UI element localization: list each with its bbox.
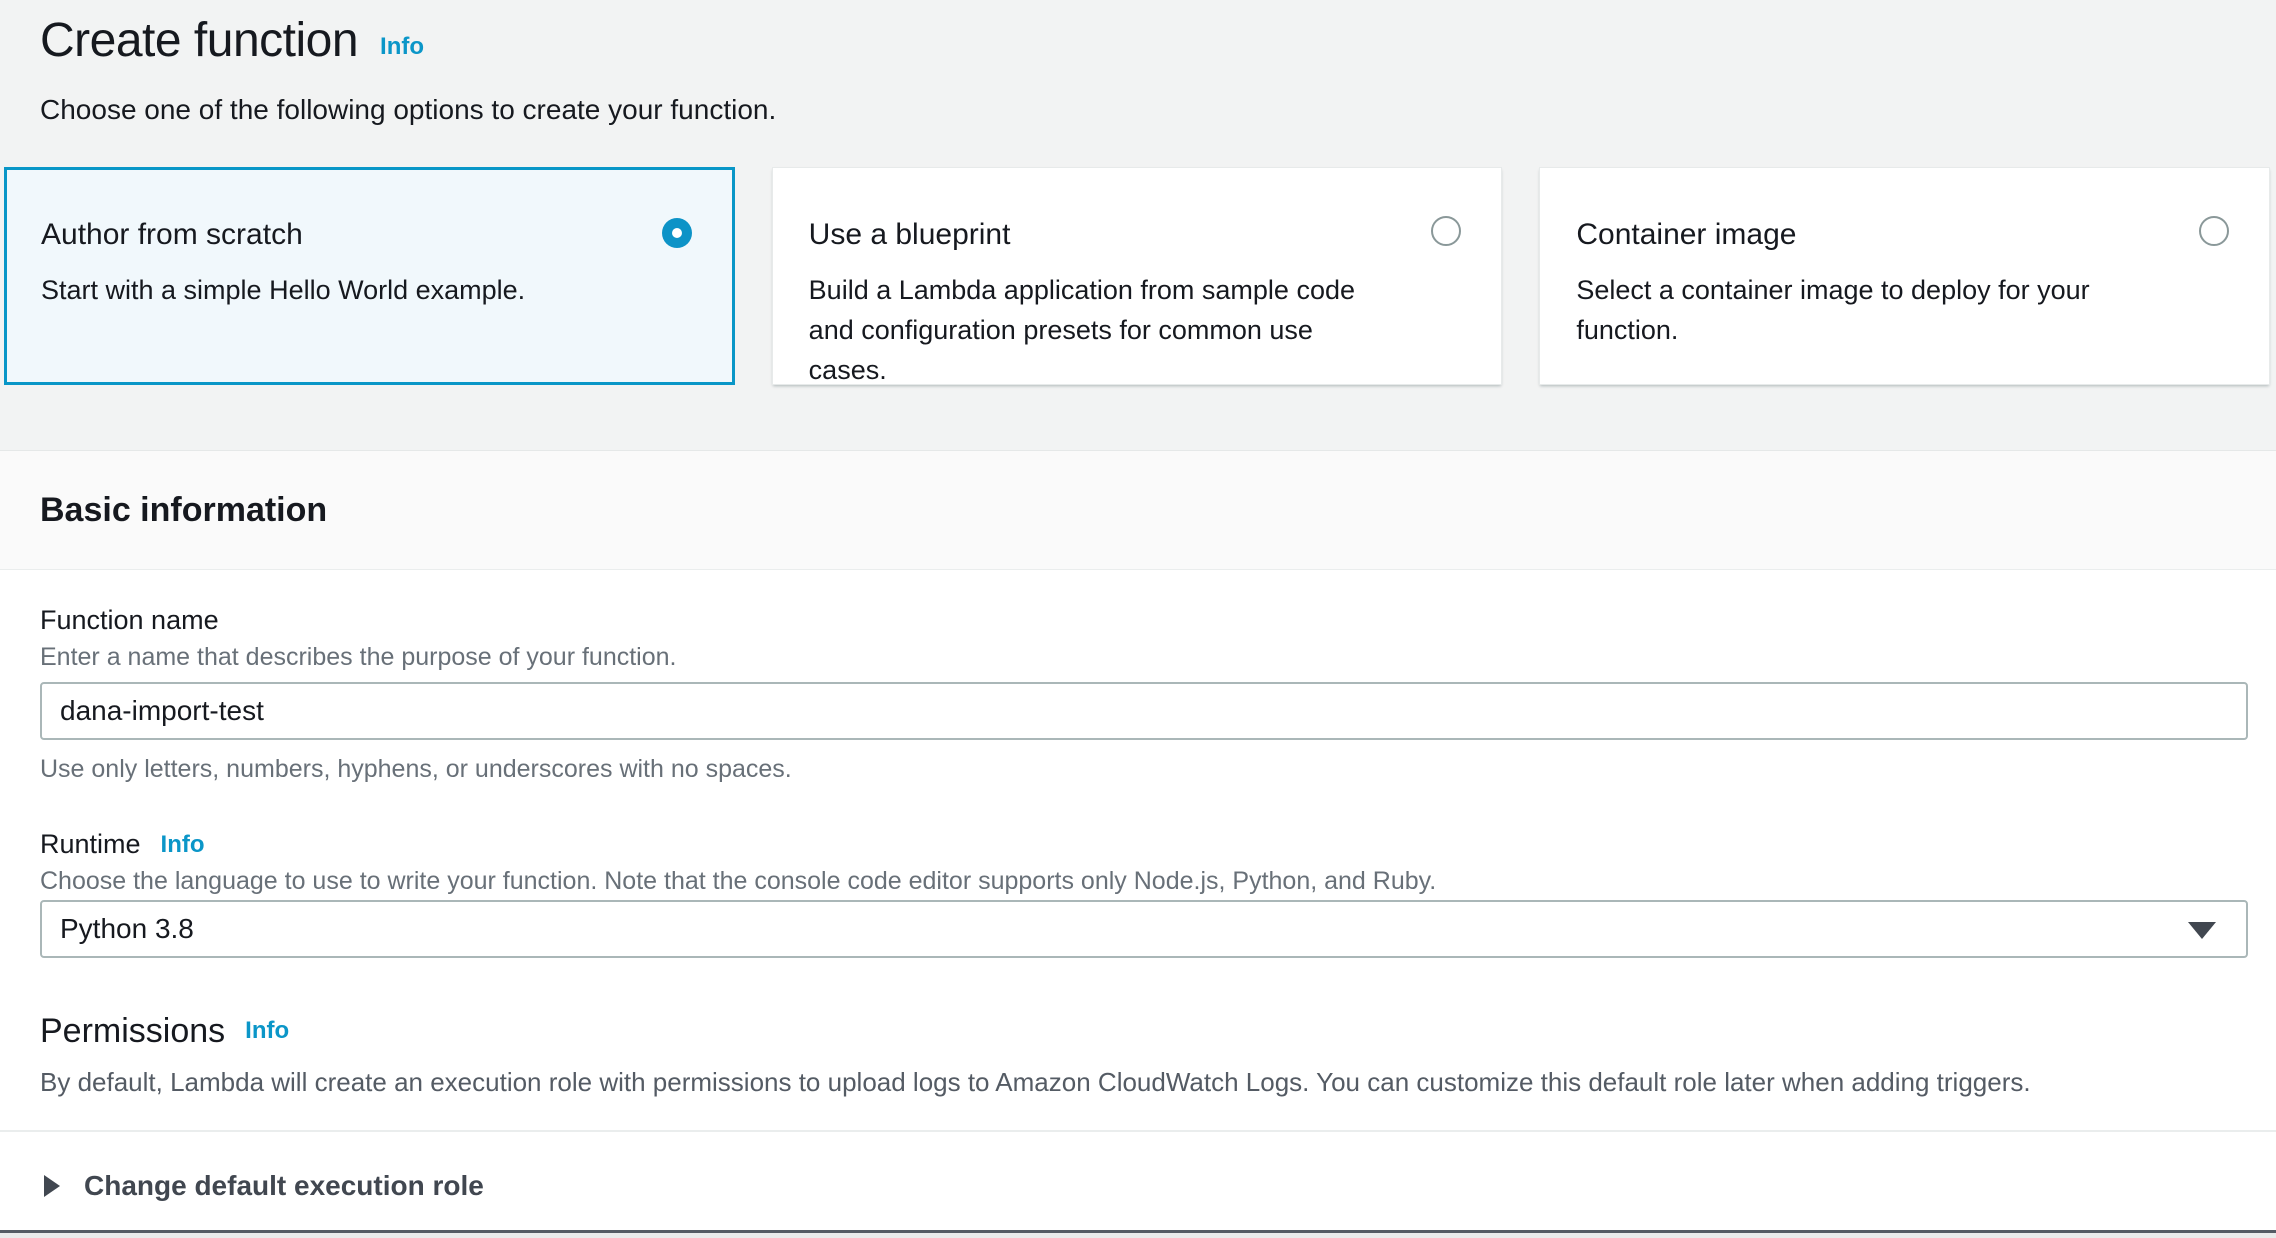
permissions-description: By default, Lambda will create an execut…: [40, 1066, 2248, 1098]
runtime-label-row: Runtime Info: [40, 828, 2248, 860]
option-card-author-from-scratch[interactable]: Author from scratch Start with a simple …: [4, 167, 735, 385]
runtime-info-link[interactable]: Info: [161, 829, 205, 859]
basic-information-header: Basic information: [0, 450, 2276, 570]
page-title-row: Create function Info: [0, 0, 2276, 76]
basic-information-panel: Function name Enter a name that describe…: [0, 570, 2276, 1236]
caret-right-icon: [44, 1175, 60, 1197]
runtime-label: Runtime: [40, 828, 141, 860]
option-card-description: Select a container image to deploy for y…: [1576, 270, 2136, 350]
option-card-title: Use a blueprint: [809, 214, 1466, 256]
option-card-container-image[interactable]: Container image Select a container image…: [1539, 167, 2270, 385]
page-subtitle: Choose one of the following options to c…: [40, 92, 2276, 128]
create-function-section: Create function Info Choose one of the f…: [0, 0, 2276, 450]
runtime-description: Choose the language to use to write your…: [40, 866, 2248, 896]
option-card-use-a-blueprint[interactable]: Use a blueprint Build a Lambda applicati…: [772, 167, 1503, 385]
option-card-description: Start with a simple Hello World example.: [41, 270, 601, 310]
function-name-description: Enter a name that describes the purpose …: [40, 642, 2248, 672]
basic-information-heading: Basic information: [40, 491, 327, 530]
function-name-label: Function name: [40, 570, 2248, 636]
runtime-selected-value: Python 3.8: [60, 913, 194, 945]
function-name-input[interactable]: [40, 682, 2248, 740]
page-title: Create function: [40, 6, 358, 76]
creation-option-cards: Author from scratch Start with a simple …: [4, 167, 2270, 385]
change-default-execution-role-label: Change default execution role: [84, 1170, 484, 1202]
option-card-title: Author from scratch: [41, 214, 698, 256]
option-card-title: Container image: [1576, 214, 2233, 256]
change-default-execution-role-toggle[interactable]: Change default execution role: [0, 1132, 2276, 1202]
caret-down-icon: [2188, 922, 2216, 939]
permissions-heading: Permissions: [40, 1010, 225, 1052]
function-name-constraint: Use only letters, numbers, hyphens, or u…: [40, 754, 2248, 784]
permissions-info-link[interactable]: Info: [245, 1017, 289, 1045]
radio-selected-icon[interactable]: [662, 218, 692, 248]
title-info-link[interactable]: Info: [380, 21, 424, 61]
runtime-select[interactable]: Python 3.8: [40, 900, 2248, 958]
radio-unselected-icon[interactable]: [2199, 216, 2229, 246]
bottom-strip: [0, 1233, 2276, 1238]
permissions-heading-row: Permissions Info: [40, 1010, 2248, 1052]
option-card-description: Build a Lambda application from sample c…: [809, 270, 1369, 390]
